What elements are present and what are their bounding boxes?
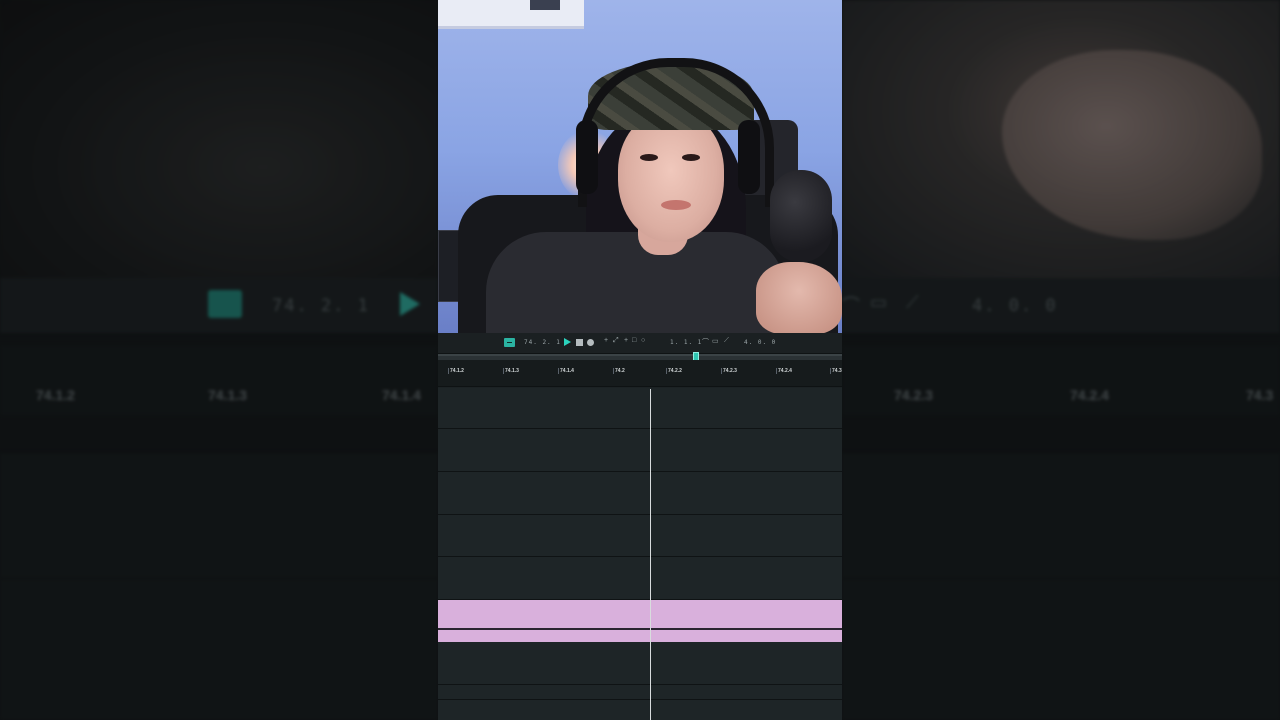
webcam-feed [438,0,842,333]
backdrop-tick: 74.1.4 [382,387,421,403]
backdrop-webcam [0,0,438,278]
track-lane[interactable] [438,642,842,685]
ramp-icon: ⟋ [906,292,919,312]
loop-icon[interactable] [504,338,515,347]
backdrop-tick: 74.1.2 [36,387,75,403]
microphone [770,170,832,262]
transport-bar: 74. 2. 1 + ⤢ + □ ○ 1. 1. 1 ⌒ ▭ ⟋ 4. 0. 0 [438,333,842,354]
stop-icon[interactable] [576,339,583,346]
track-lane[interactable] [438,472,842,515]
ruler-tick: 74.1.2 [448,368,464,374]
center-column: 74. 2. 1 + ⤢ + □ ○ 1. 1. 1 ⌒ ▭ ⟋ 4. 0. 0… [438,0,842,720]
backdrop-tick: 74.3 [1246,387,1274,403]
ruler-tick: 74.2 [613,368,625,374]
ramp-icon[interactable]: ⟋ [724,337,729,345]
backdrop-tick: 74.2.4 [1070,387,1109,403]
ruler-tick: 74.2.3 [721,368,737,374]
pencil-icon[interactable]: + [604,337,608,344]
position-display[interactable]: 74. 2. 1 [524,339,561,346]
wall-shelf [438,0,584,29]
backdrop-lane [0,452,438,579]
pointer-icon[interactable]: ⤢ [613,337,619,345]
headphone-cup [738,120,760,194]
headphone-cup [576,120,598,194]
clip-divider [438,628,842,630]
curve-icon: ⌒ [842,296,860,316]
backdrop-lane [842,452,1280,579]
backdrop-tick: 74.2.3 [894,387,933,403]
track-lane[interactable] [438,388,842,429]
select-icon[interactable]: □ [632,337,636,344]
ruler-tick: 74.2.2 [666,368,682,374]
track-lane[interactable] [438,700,842,720]
add-icon[interactable]: + [624,337,628,344]
shirt [486,232,786,333]
backdrop-tick: 74.1.3 [208,387,247,403]
play-icon[interactable] [564,338,571,346]
backdrop-position-text: 74. 2. 1 [272,296,370,316]
track-lane[interactable] [438,557,842,600]
circle-icon[interactable]: ○ [641,337,645,344]
backdrop-play-icon [400,292,420,316]
curve-icon[interactable]: ⌒ [702,337,709,347]
timeline-ruler[interactable]: 74.1.2 74.1.3 74.1.4 74.2 74.2.2 74.2.3 … [438,360,842,387]
ruler-tick: 74.2.4 [776,368,792,374]
backdrop-ruler: 74.1.2 74.1.3 74.1.4 [0,345,438,416]
backdrop-lane [0,578,438,720]
ruler-tick: 74.1.3 [503,368,519,374]
record-icon[interactable] [587,339,594,346]
backdrop-length-text: 4. 0. 0 [972,296,1058,316]
backdrop-lane [842,578,1280,720]
track-lane[interactable] [438,515,842,557]
backdrop-ruler: 74.2.3 74.2.4 74.3 [842,345,1280,416]
playhead[interactable] [650,389,651,720]
backdrop-left: 74. 2. 1 74.1.2 74.1.3 74.1.4 [0,0,438,720]
monitor-icon: ▭ [870,292,888,312]
ruler-tick: 74.3 [830,368,842,374]
monitor-icon[interactable]: ▭ [712,337,719,345]
loop-length-display[interactable]: 4. 0. 0 [744,339,776,346]
track-lane[interactable] [438,685,842,700]
backdrop-right: 4. 0. 0 ⌒ ▭ ⟋ 74.2.3 74.2.4 74.3 [842,0,1280,720]
ruler-tick: 74.1.4 [558,368,574,374]
hand [756,262,842,333]
midi-clip[interactable] [438,600,842,642]
loop-start-display[interactable]: 1. 1. 1 [670,339,702,346]
track-lane[interactable] [438,429,842,472]
